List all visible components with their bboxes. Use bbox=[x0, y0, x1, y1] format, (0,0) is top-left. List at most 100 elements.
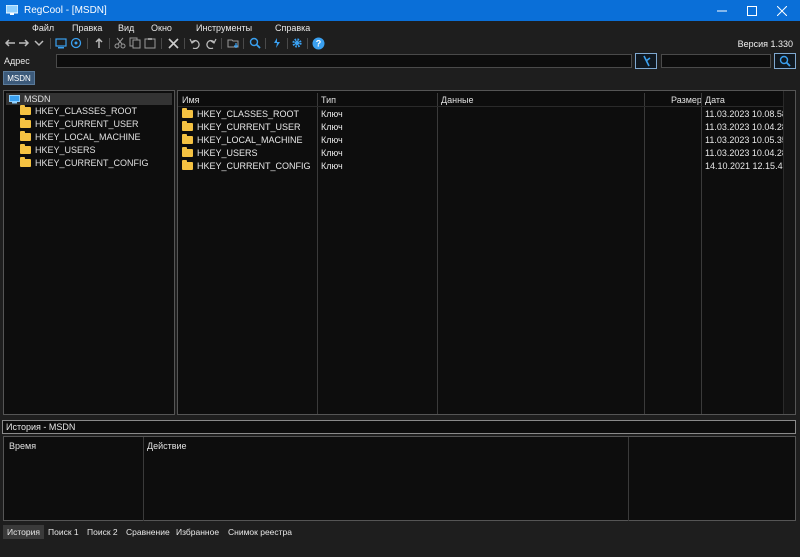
paste-button[interactable] bbox=[143, 36, 157, 50]
column-header-type[interactable]: Тип bbox=[321, 95, 336, 105]
table-row[interactable]: HKEY_USERS Ключ 11.03.2023 10.04.28 bbox=[178, 147, 787, 160]
maximize-button[interactable] bbox=[737, 0, 767, 21]
computer-icon bbox=[9, 94, 20, 103]
table-row[interactable]: HKEY_LOCAL_MACHINE Ключ 11.03.2023 10.05… bbox=[178, 134, 787, 147]
column-header-name[interactable]: Имя bbox=[182, 95, 200, 105]
close-button[interactable] bbox=[767, 0, 797, 21]
bottom-tab-bar: История Поиск 1 Поиск 2 Сравнение Избран… bbox=[0, 525, 800, 540]
history-title: История - MSDN bbox=[2, 420, 796, 434]
minimize-button[interactable] bbox=[707, 0, 737, 21]
search-button[interactable] bbox=[774, 53, 796, 69]
tree-item-hkey-users[interactable]: HKEY_USERS bbox=[20, 144, 96, 156]
menu-file[interactable]: Файл bbox=[32, 23, 54, 33]
folder-icon bbox=[20, 157, 31, 167]
svg-text:?: ? bbox=[315, 38, 321, 48]
help-button[interactable]: ? bbox=[311, 36, 325, 50]
search-input[interactable] bbox=[661, 54, 771, 68]
settings-button[interactable] bbox=[290, 36, 304, 50]
column-header-size[interactable]: Размер bbox=[671, 95, 702, 105]
find-button[interactable] bbox=[248, 36, 262, 50]
folder-icon bbox=[182, 121, 193, 131]
menu-tools[interactable]: Инструменты bbox=[196, 23, 252, 33]
cell-name: HKEY_CLASSES_ROOT bbox=[182, 108, 300, 119]
tree-item-label: HKEY_LOCAL_MACHINE bbox=[35, 132, 141, 142]
redo-icon bbox=[206, 38, 217, 49]
cell-name: HKEY_LOCAL_MACHINE bbox=[182, 134, 303, 145]
tree-item-label: HKEY_USERS bbox=[35, 145, 96, 155]
go-icon bbox=[643, 55, 651, 67]
table-row[interactable]: HKEY_CURRENT_USER Ключ 11.03.2023 10.04.… bbox=[178, 121, 787, 134]
undo-button[interactable] bbox=[188, 36, 202, 50]
menu-help[interactable]: Справка bbox=[275, 23, 310, 33]
cut-icon bbox=[114, 37, 126, 49]
history-list: Время Действие bbox=[3, 436, 796, 521]
tree-item-label: HKEY_CURRENT_CONFIG bbox=[35, 158, 149, 168]
history-column-time[interactable]: Время bbox=[9, 441, 36, 451]
history-dropdown-button[interactable] bbox=[32, 36, 46, 50]
history-column-action[interactable]: Действие bbox=[147, 441, 187, 451]
address-go-button[interactable] bbox=[635, 53, 657, 69]
connection-tab[interactable]: MSDN bbox=[3, 71, 35, 85]
menu-view[interactable]: Вид bbox=[118, 23, 134, 33]
delete-button[interactable] bbox=[166, 36, 180, 50]
up-button[interactable] bbox=[92, 36, 106, 50]
tree-root-label: MSDN bbox=[24, 94, 51, 104]
tab-history[interactable]: История bbox=[3, 525, 44, 539]
cell-name-text: HKEY_USERS bbox=[197, 148, 258, 158]
cell-name: HKEY_CURRENT_CONFIG bbox=[182, 160, 311, 171]
table-row[interactable]: HKEY_CLASSES_ROOT Ключ 11.03.2023 10.08.… bbox=[178, 108, 787, 121]
back-button[interactable] bbox=[3, 36, 17, 50]
tree-item-hkey-current-config[interactable]: HKEY_CURRENT_CONFIG bbox=[20, 157, 149, 169]
menu-edit[interactable]: Правка bbox=[72, 23, 102, 33]
registry-list: Имя Тип Данные Размер Дата HKEY_CLASSES_… bbox=[177, 90, 796, 415]
cell-name-text: HKEY_CURRENT_USER bbox=[197, 122, 301, 132]
connect-button[interactable] bbox=[54, 36, 68, 50]
connect-icon bbox=[55, 37, 67, 48]
cell-date: 11.03.2023 10.08.58 bbox=[705, 109, 787, 119]
forward-button[interactable] bbox=[17, 36, 31, 50]
cell-type: Ключ bbox=[321, 122, 343, 132]
address-input[interactable] bbox=[56, 54, 632, 68]
redo-button[interactable] bbox=[204, 36, 218, 50]
registry-tree: MSDN HKEY_CLASSES_ROOT HKEY_CURRENT_USER… bbox=[3, 90, 175, 415]
column-header-data[interactable]: Данные bbox=[441, 95, 474, 105]
cell-type: Ключ bbox=[321, 109, 343, 119]
folder-icon bbox=[20, 144, 31, 154]
tab-favorites[interactable]: Избранное bbox=[172, 525, 223, 539]
disconnect-button[interactable] bbox=[69, 36, 83, 50]
new-folder-button[interactable] bbox=[226, 36, 240, 50]
address-bar: Адрес bbox=[0, 53, 800, 69]
cut-button[interactable] bbox=[113, 36, 127, 50]
tab-compare[interactable]: Сравнение bbox=[122, 525, 174, 539]
tree-root-msdn[interactable]: MSDN bbox=[6, 93, 172, 105]
window-title: RegCool - [MSDN] bbox=[24, 5, 107, 16]
toolbar-separator bbox=[87, 38, 88, 49]
copy-button[interactable] bbox=[128, 36, 142, 50]
cell-type: Ключ bbox=[321, 135, 343, 145]
tab-registry-snapshot[interactable]: Снимок реестра bbox=[224, 525, 296, 539]
list-scrollbar[interactable] bbox=[783, 91, 795, 414]
tree-item-hkey-local-machine[interactable]: HKEY_LOCAL_MACHINE bbox=[20, 131, 141, 143]
menu-window[interactable]: Окно bbox=[151, 23, 172, 33]
undo-icon bbox=[189, 38, 200, 49]
tab-search-1[interactable]: Поиск 1 bbox=[44, 525, 83, 539]
folder-icon bbox=[182, 134, 193, 144]
refresh-button[interactable] bbox=[270, 36, 284, 50]
back-arrow-icon bbox=[4, 39, 15, 47]
table-row[interactable]: HKEY_CURRENT_CONFIG Ключ 14.10.2021 12.1… bbox=[178, 160, 788, 173]
toolbar-separator bbox=[161, 38, 162, 49]
title-bar: RegCool - [MSDN] bbox=[0, 0, 800, 21]
menu-bar: Файл Правка Вид Окно Инструменты Справка bbox=[0, 21, 800, 35]
column-header-date[interactable]: Дата bbox=[705, 95, 725, 105]
tree-item-hkey-classes-root[interactable]: HKEY_CLASSES_ROOT bbox=[20, 105, 137, 117]
cell-name: HKEY_CURRENT_USER bbox=[182, 121, 301, 132]
cell-name-text: HKEY_CLASSES_ROOT bbox=[197, 109, 300, 119]
toolbar-separator bbox=[50, 38, 51, 49]
history-dropdown-icon bbox=[34, 40, 44, 47]
cell-date: 11.03.2023 10.04.28 bbox=[705, 122, 787, 132]
tree-item-hkey-current-user[interactable]: HKEY_CURRENT_USER bbox=[20, 118, 139, 130]
column-divider bbox=[628, 437, 629, 521]
tab-search-2[interactable]: Поиск 2 bbox=[83, 525, 122, 539]
address-label: Адрес bbox=[4, 56, 30, 66]
toolbar-separator bbox=[184, 38, 185, 49]
